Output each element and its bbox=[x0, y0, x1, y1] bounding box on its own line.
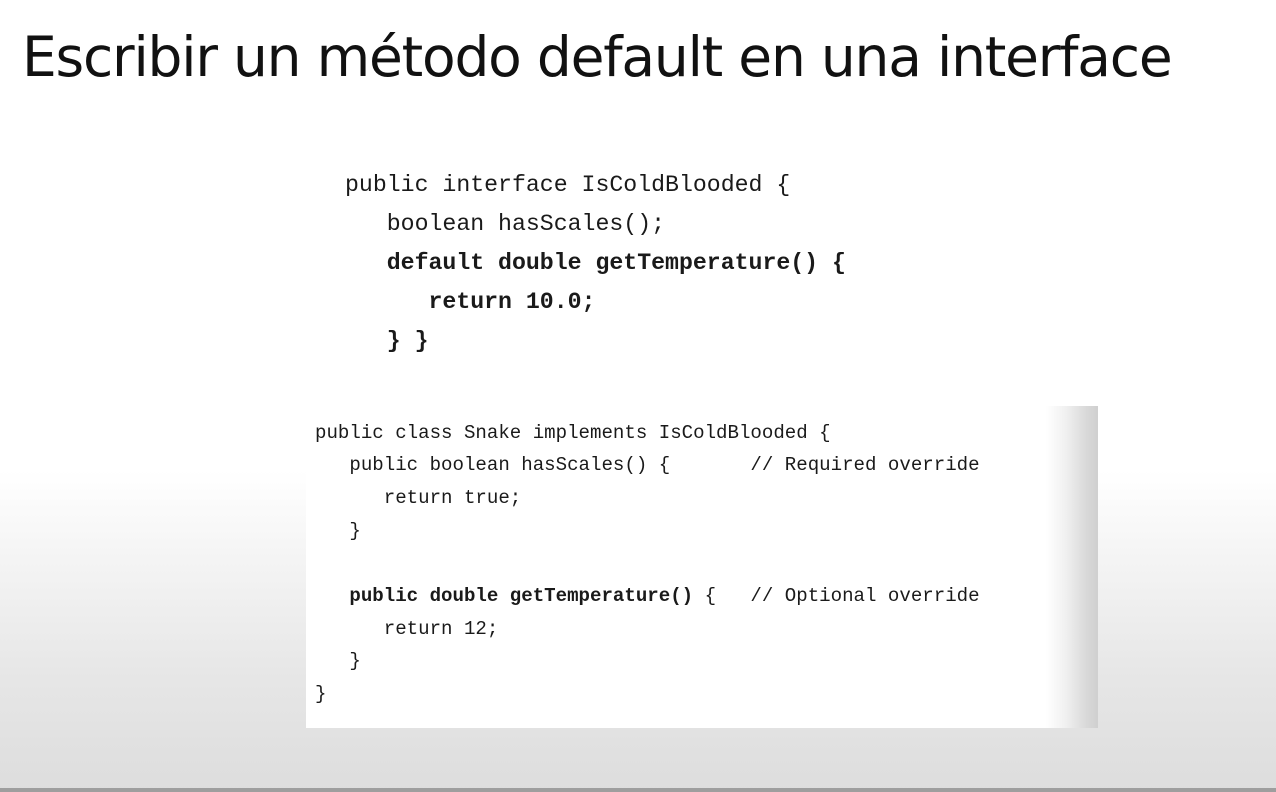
code-line: } bbox=[315, 520, 361, 542]
interface-code-block: public interface IsColdBlooded { boolean… bbox=[345, 172, 985, 372]
code-line: public boolean hasScales() { // Required… bbox=[315, 454, 980, 476]
code-line: boolean hasScales(); bbox=[345, 211, 666, 237]
slide-title: Escribir un método default en una interf… bbox=[22, 25, 1173, 89]
code-fragment: { // Optional override bbox=[693, 585, 980, 607]
code-line: public interface IsColdBlooded { bbox=[345, 172, 791, 198]
code-line: return true; bbox=[315, 487, 522, 509]
bottom-divider bbox=[0, 788, 1276, 792]
code-line: return 12; bbox=[315, 618, 499, 640]
code-line-bold: } } bbox=[345, 328, 429, 354]
class-code-panel: public class Snake implements IsColdBloo… bbox=[306, 406, 1098, 728]
code-line: } bbox=[315, 683, 327, 705]
code-bold-fragment: public double getTemperature() bbox=[315, 585, 694, 607]
code-line: public double getTemperature() { // Opti… bbox=[315, 585, 980, 607]
code-line: public class Snake implements IsColdBloo… bbox=[315, 422, 831, 444]
code-line-bold: default double getTemperature() { bbox=[345, 250, 846, 276]
code-line-bold: return 10.0; bbox=[345, 289, 596, 315]
class-code-block: public class Snake implements IsColdBloo… bbox=[315, 422, 1095, 722]
code-line: } bbox=[315, 650, 361, 672]
